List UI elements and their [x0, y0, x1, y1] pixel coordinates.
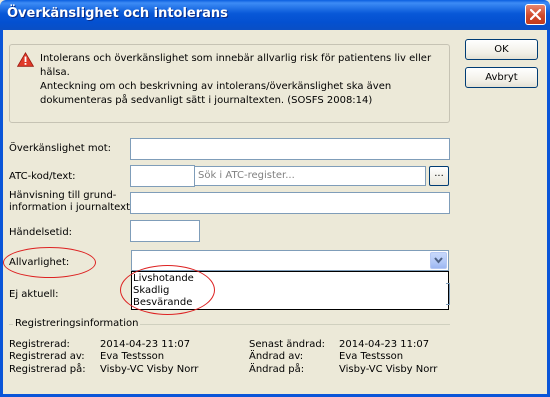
registered-by-label: Registrerad av: — [9, 351, 85, 362]
registered-at-value: Visby-VC Visby Norr — [100, 364, 199, 375]
warning-text-primary: Intolerans och överkänslighet som innebä… — [40, 53, 432, 78]
not-current-label: Ej aktuell: — [9, 289, 59, 300]
warning-panel: Intolerans och överkänslighet som innebä… — [9, 44, 450, 123]
registered-by-value: Eva Testsson — [100, 351, 165, 362]
reference-input[interactable] — [130, 192, 450, 214]
atc-label: ATC-kod/text: — [9, 171, 76, 182]
atc-browse-button[interactable]: ... — [429, 166, 449, 186]
severity-annotation-ellipse — [3, 247, 96, 278]
window-title: Överkänslighet och intolerans — [7, 6, 228, 21]
last-changed-label: Senast ändrad: — [249, 339, 326, 350]
reference-label-line2: information i journaltext: — [9, 202, 134, 213]
atc-code-input[interactable] — [130, 165, 195, 187]
reference-label-line1: Hänvisning till grund- — [9, 190, 117, 201]
oversensitivity-input[interactable] — [130, 138, 450, 160]
changed-at-value: Visby-VC Visby Norr — [339, 364, 438, 375]
options-annotation-ellipse — [120, 265, 215, 315]
severity-dropdown-button[interactable] — [430, 252, 447, 269]
dialog-window: Överkänslighet och intolerans Intolerans… — [0, 0, 550, 397]
event-time-label: Händelsetid: — [9, 227, 73, 238]
atc-search-input[interactable]: Sök i ATC-register... — [194, 166, 426, 186]
cancel-button[interactable]: Avbryt — [465, 67, 538, 88]
changed-by-label: Ändrad av: — [249, 351, 304, 362]
event-time-input[interactable] — [130, 220, 200, 242]
close-button[interactable] — [525, 4, 546, 25]
registered-label: Registrerad: — [9, 339, 70, 350]
close-icon — [530, 9, 541, 20]
registered-at-label: Registrerad på: — [9, 364, 86, 375]
warning-triangle-icon — [17, 52, 34, 67]
warning-text-secondary: Anteckning om och beskrivning av intoler… — [40, 81, 392, 106]
registration-group-title: Registreringsinformation — [13, 318, 141, 329]
ok-button[interactable]: OK — [465, 39, 538, 60]
changed-by-value: Eva Testsson — [339, 351, 404, 362]
not-current-field[interactable] — [446, 283, 450, 305]
title-bar[interactable]: Överkänslighet och intolerans — [0, 0, 550, 30]
window-frame-left — [0, 30, 3, 397]
registered-value: 2014-04-23 11:07 — [100, 339, 191, 350]
last-changed-value: 2014-04-23 11:07 — [339, 339, 430, 350]
chevron-down-icon — [434, 257, 443, 264]
oversensitivity-label: Överkänslighet mot: — [9, 143, 111, 154]
changed-at-label: Ändrad på: — [249, 364, 305, 375]
